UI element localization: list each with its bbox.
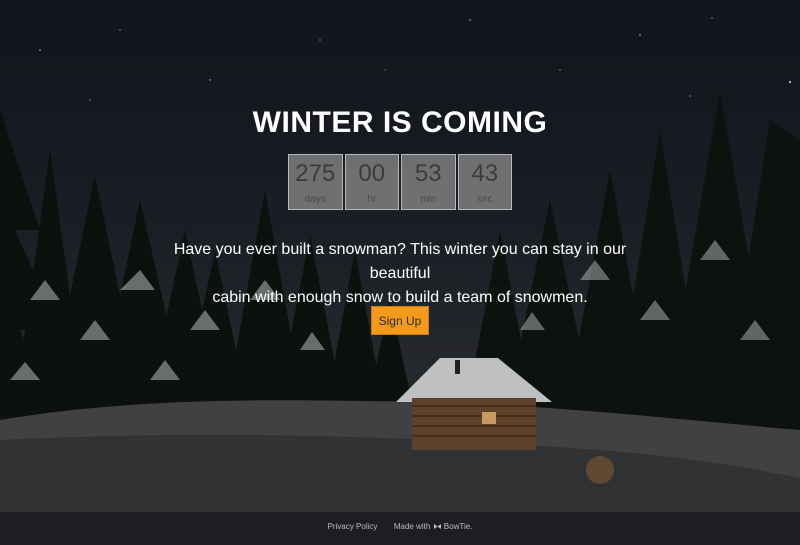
countdown-unit: sec bbox=[476, 194, 493, 205]
countdown-value: 53 bbox=[414, 160, 442, 187]
bowtie-icon bbox=[433, 524, 441, 530]
countdown-days: 275 days bbox=[288, 154, 343, 210]
countdown-minutes: 53 min bbox=[401, 154, 456, 210]
privacy-policy-link[interactable]: Privacy Policy bbox=[328, 522, 378, 531]
countdown-value: 275 bbox=[295, 160, 336, 187]
hero-description: Have you ever built a snowman? This wint… bbox=[150, 238, 650, 310]
description-line: Have you ever built a snowman? This wint… bbox=[173, 241, 627, 282]
sign-up-button[interactable]: Sign Up bbox=[371, 306, 429, 335]
countdown-hours: 00 hr bbox=[344, 154, 399, 210]
description-line: cabin with enough snow to build a team o… bbox=[212, 289, 588, 306]
countdown-unit: min bbox=[420, 194, 437, 205]
countdown-unit: hr bbox=[367, 194, 377, 205]
countdown-timer: 275 days 00 hr 53 min 43 sec bbox=[288, 154, 512, 210]
bowtie-link[interactable]: BowTie. bbox=[444, 522, 473, 531]
footer: Privacy Policy Made with BowTie. bbox=[0, 512, 800, 545]
countdown-value: 00 bbox=[358, 160, 386, 187]
countdown-value: 43 bbox=[471, 160, 499, 187]
page-title: WINTER IS COMING bbox=[252, 106, 548, 139]
made-with-text: Made with bbox=[393, 522, 431, 531]
countdown-unit: days bbox=[304, 194, 326, 205]
countdown-seconds: 43 sec bbox=[457, 154, 512, 210]
